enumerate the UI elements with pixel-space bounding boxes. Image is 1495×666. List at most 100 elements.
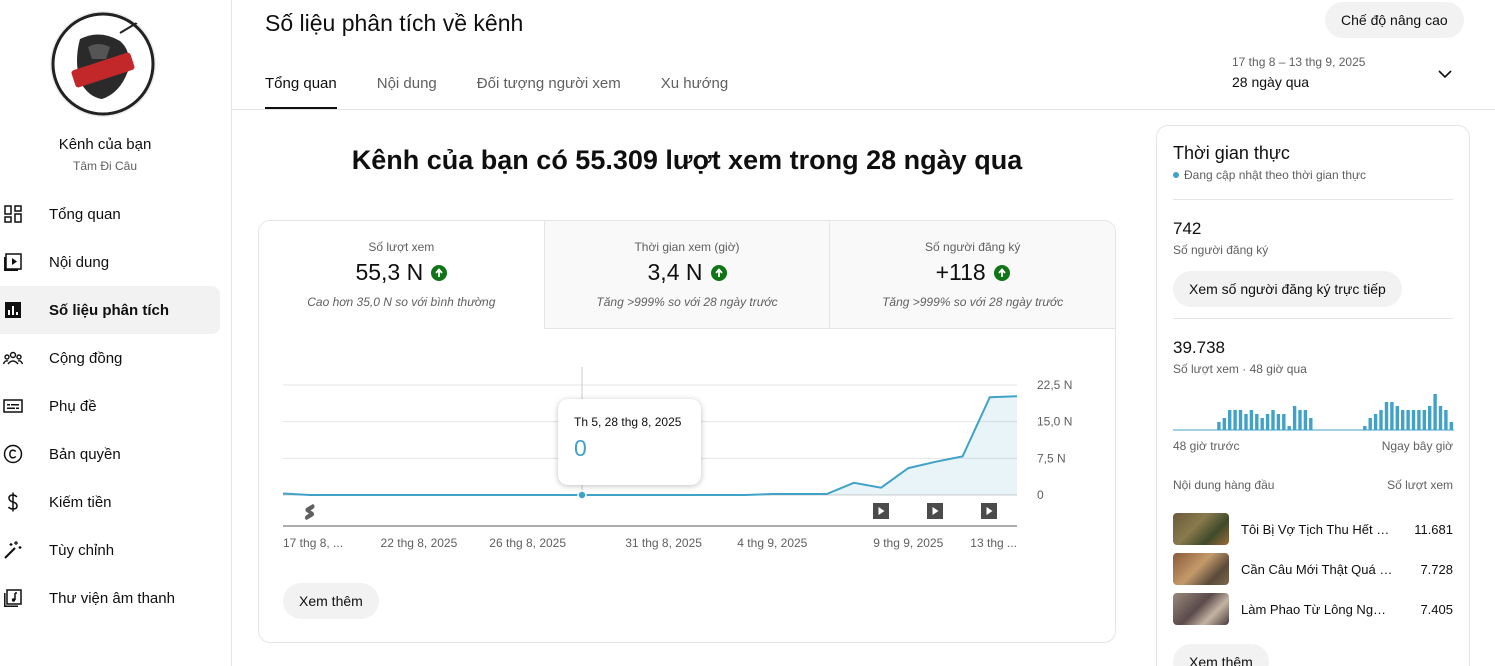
metric-value-row: 55,3 N (259, 259, 544, 286)
video-publish-icon (927, 503, 943, 519)
arrow-up-icon (431, 264, 448, 281)
sparkline-bar (1265, 414, 1270, 430)
sparkline-bar (1303, 410, 1308, 430)
sidebar-item-dashboard[interactable]: Tổng quan (0, 190, 220, 238)
page-title: Số liệu phân tích về kênh (265, 10, 524, 36)
sparkline-bar (1406, 410, 1410, 430)
sparkline-bar (1238, 410, 1243, 430)
sparkline-start-label: 48 giờ trước (1173, 439, 1240, 453)
sparkline-bar (1233, 410, 1237, 430)
realtime-status-label: Đang cập nhật theo thời gian thực (1184, 168, 1367, 182)
sparkline-bar (1438, 406, 1443, 430)
top-content-item[interactable]: Làm Phao Từ Lông Ngỗng 7.405 (1173, 593, 1453, 625)
sidebar-item-label: Bản quyền (49, 445, 121, 463)
y-tick-label: 7,5 N (1037, 451, 1066, 465)
top-content-header: Nội dung hàng đầu (1173, 478, 1275, 492)
sidebar-item-audio-library[interactable]: Thư viện âm thanh (0, 574, 220, 622)
sidebar-nav: Tổng quan Nội dung Số liệu phân tích Cộn… (0, 190, 220, 622)
chevron-down-icon[interactable] (1437, 66, 1453, 82)
sparkline-bar (1417, 410, 1421, 430)
see-more-button[interactable]: Xem thêm (283, 583, 379, 619)
video-thumbnail (1173, 593, 1229, 625)
y-tick-label: 15,0 N (1037, 415, 1072, 429)
magic-wand-icon (3, 540, 23, 560)
tooltip-date: Th 5, 28 thg 8, 2025 (574, 415, 682, 429)
sparkline-bar (1282, 414, 1286, 430)
metric-label: Số lượt xem (368, 240, 435, 254)
sidebar-item-subtitles[interactable]: Phụ đề (0, 382, 220, 430)
sparkline-bar (1384, 402, 1389, 430)
tab-audience[interactable]: Đối tượng người xem (477, 75, 621, 109)
realtime-sparkline[interactable] (1173, 388, 1454, 432)
chart-tooltip: Th 5, 28 thg 8, 2025 0 (558, 399, 701, 485)
sidebar-item-label: Tùy chỉnh (49, 541, 115, 559)
video-views: 7.405 (1420, 601, 1453, 617)
sparkline-bar (1309, 418, 1313, 430)
x-tick-label: 31 thg 8, 2025 (625, 536, 702, 550)
sparkline-bar (1271, 410, 1275, 430)
date-range[interactable]: 17 thg 8 – 13 thg 9, 2025 (1232, 55, 1365, 69)
video-views: 11.681 (1414, 521, 1453, 537)
metric-views[interactable]: Số lượt xem 55,3 N Cao hơn 35,0 N so với… (259, 221, 544, 329)
tab-overview[interactable]: Tổng quan (265, 75, 337, 109)
video-title: Cần Câu Mới Thật Quá Đỉnh (1241, 561, 1393, 577)
sparkline-bar (1292, 406, 1297, 430)
date-label[interactable]: 28 ngày qua (1232, 74, 1309, 90)
tooltip-value: 0 (574, 435, 587, 461)
sidebar-item-label: Kiếm tiền (49, 493, 112, 511)
subscriber-caption: Số người đăng ký (1173, 243, 1269, 257)
realtime-see-more-button[interactable]: Xem thêm (1173, 644, 1269, 666)
sparkline-bar (1217, 422, 1221, 430)
top-content-item[interactable]: Cần Câu Mới Thật Quá Đỉnh 7.728 (1173, 553, 1453, 585)
divider (1173, 199, 1453, 200)
realtime-card: Thời gian thực Đang cập nhật theo thời g… (1156, 125, 1470, 666)
sidebar-item-label: Nội dung (49, 253, 110, 271)
sparkline-bar (1363, 426, 1367, 430)
community-icon (3, 348, 23, 368)
metric-subscribers[interactable]: Số người đăng ký +118 Tăng >999% so với … (829, 221, 1115, 329)
tab-content[interactable]: Nội dung (377, 75, 437, 109)
metric-watch-time[interactable]: Thời gian xem (giờ) 3,4 N Tăng >999% so … (543, 221, 830, 329)
realtime-status: Đang cập nhật theo thời gian thực (1173, 168, 1366, 182)
sparkline-bar (1244, 414, 1248, 430)
x-tick-label: 26 thg 8, 2025 (489, 536, 566, 550)
sidebar-item-analytics[interactable]: Số liệu phân tích (0, 286, 220, 334)
sparkline-bar (1276, 414, 1281, 430)
realtime-title: Thời gian thực (1173, 143, 1290, 163)
metric-tabs: Số lượt xem 55,3 N Cao hơn 35,0 N so với… (259, 221, 1115, 329)
hover-point (577, 490, 587, 500)
sparkline-bar (1228, 410, 1232, 430)
live-subscriber-count-button[interactable]: Xem số người đăng ký trực tiếp (1173, 271, 1402, 307)
top-content-item[interactable]: Tôi Bị Vợ Tịch Thu Hết Cần Câu 11.681 (1173, 513, 1453, 545)
sidebar: Kênh của bạn Tâm Đi Câu Tổng quan Nội du… (0, 0, 232, 666)
sparkline-bar (1255, 414, 1259, 430)
metric-comparison: Tăng >999% so với 28 ngày trước (882, 295, 1064, 309)
metric-comparison: Tăng >999% so với 28 ngày trước (596, 295, 778, 309)
shorts-icon (304, 504, 315, 520)
channel-avatar[interactable] (50, 11, 156, 117)
video-publish-icon (873, 503, 889, 519)
content-icon (3, 252, 23, 272)
sidebar-item-copyright[interactable]: Bản quyền (0, 430, 220, 478)
x-tick-label: 4 thg 9, 2025 (737, 536, 807, 550)
video-thumbnail (1173, 513, 1229, 545)
sparkline-bar (1373, 414, 1378, 430)
sidebar-item-community[interactable]: Cộng đồng (0, 334, 220, 382)
metric-value-row: +118 (830, 259, 1115, 286)
dollar-icon (3, 492, 23, 512)
realtime-views-caption: Số lượt xem · 48 giờ qua (1173, 362, 1307, 376)
sparkline-bar (1433, 394, 1437, 430)
sidebar-item-content[interactable]: Nội dung (0, 238, 220, 286)
metric-value: 55,3 N (355, 259, 424, 285)
subtitles-icon (3, 396, 23, 416)
video-title: Tôi Bị Vợ Tịch Thu Hết Cần Câu (1241, 521, 1393, 537)
video-publish-icon (981, 503, 997, 519)
sidebar-item-earn[interactable]: Kiếm tiền (0, 478, 220, 526)
advanced-mode-button[interactable]: Chế độ nâng cao (1325, 2, 1464, 38)
divider (1173, 318, 1453, 319)
sparkline-bar (1287, 426, 1291, 430)
sidebar-item-customize[interactable]: Tùy chỉnh (0, 526, 220, 574)
arrow-up-icon (710, 264, 727, 281)
tab-trends[interactable]: Xu hướng (661, 75, 728, 109)
channel-title: Kênh của bạn (58, 136, 152, 153)
